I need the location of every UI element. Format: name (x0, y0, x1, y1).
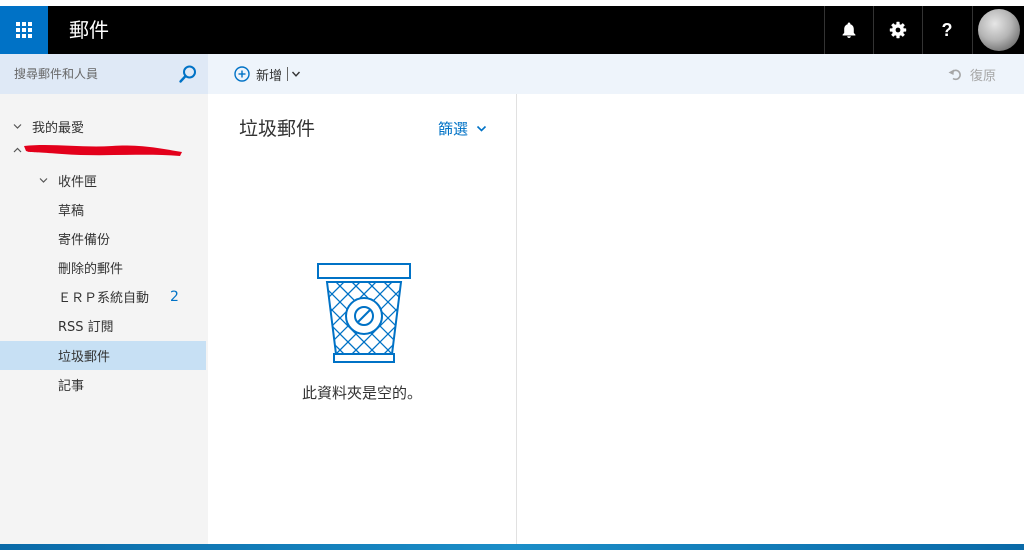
nav-item-label: 垃圾郵件 (58, 350, 111, 365)
nav-item-label: RSS 訂閱 (58, 320, 114, 335)
chevron-up-icon (13, 147, 22, 153)
chevron-down-icon (476, 125, 487, 132)
filter-button[interactable]: 篩選 (438, 118, 487, 139)
nav-item-label: ＥＲＰ系統自動 (58, 291, 150, 306)
nav-item-label: 寄件備份 (58, 233, 111, 248)
search-bar (0, 54, 208, 94)
undo-label: 復原 (970, 68, 997, 84)
bottom-edge-bar (0, 544, 1024, 550)
unread-count-badge: 2 (170, 288, 179, 305)
nav-item-junk[interactable]: 垃圾郵件 (0, 341, 206, 370)
nav-item-notes[interactable]: 記事 (0, 370, 206, 399)
nav-item-label: 草稿 (58, 204, 85, 219)
command-bar: 新增 復原 (208, 54, 1024, 94)
notifications-button[interactable] (824, 6, 873, 54)
undo-button[interactable]: 復原 (948, 64, 996, 84)
favorites-label: 我的最愛 (32, 121, 85, 136)
empty-trash-icon (317, 263, 411, 363)
search-input[interactable] (14, 64, 164, 84)
new-button-label: 新增 (256, 68, 283, 84)
app-launcher-button[interactable] (0, 6, 48, 54)
nav-item-label: 記事 (58, 379, 85, 394)
nav-item-label: 收件匣 (58, 175, 98, 190)
undo-icon (948, 69, 961, 81)
top-bar: 郵件 ? (0, 6, 1024, 54)
chevron-down-icon[interactable] (291, 69, 301, 79)
folder-pane: 我的最愛 收件匣 草稿 寄件備份 刪除的郵件 ＥＲＰ系統自動 2 RSS 訂閱 … (0, 94, 208, 544)
avatar (978, 9, 1020, 51)
nav-item-deleted[interactable]: 刪除的郵件 (0, 253, 206, 282)
settings-button[interactable] (873, 6, 922, 54)
new-button-separator (287, 67, 289, 81)
filter-label: 篩選 (438, 120, 469, 138)
plus-circle-icon (234, 66, 250, 82)
reading-pane (517, 94, 1024, 544)
nav-item-inbox[interactable]: 收件匣 (0, 166, 206, 195)
message-list-pane: 垃圾郵件 篩選 此資料夾是空的。 (208, 94, 517, 544)
chevron-down-icon (39, 178, 48, 183)
nav-item-erp[interactable]: ＥＲＰ系統自動 2 (0, 282, 206, 311)
account-button[interactable] (972, 6, 1024, 54)
app-title: 郵件 (69, 18, 109, 42)
chevron-down-icon (13, 124, 22, 129)
folder-title: 垃圾郵件 (239, 118, 316, 140)
nav-item-label: 刪除的郵件 (58, 262, 124, 277)
nav-item-sent[interactable]: 寄件備份 (0, 224, 206, 253)
empty-folder-message: 此資料夾是空的。 (301, 384, 422, 402)
nav-item-drafts[interactable]: 草稿 (0, 195, 206, 224)
help-button[interactable]: ? (922, 6, 971, 54)
help-icon: ? (941, 19, 953, 40)
app-launcher-icon (16, 22, 32, 38)
gear-icon (889, 21, 907, 39)
bell-icon (842, 22, 856, 38)
nav-item-rss[interactable]: RSS 訂閱 (0, 311, 206, 340)
search-button[interactable] (178, 64, 198, 84)
new-button[interactable]: 新增 (234, 64, 301, 84)
redaction-mark (24, 145, 182, 156)
search-icon (179, 65, 196, 83)
